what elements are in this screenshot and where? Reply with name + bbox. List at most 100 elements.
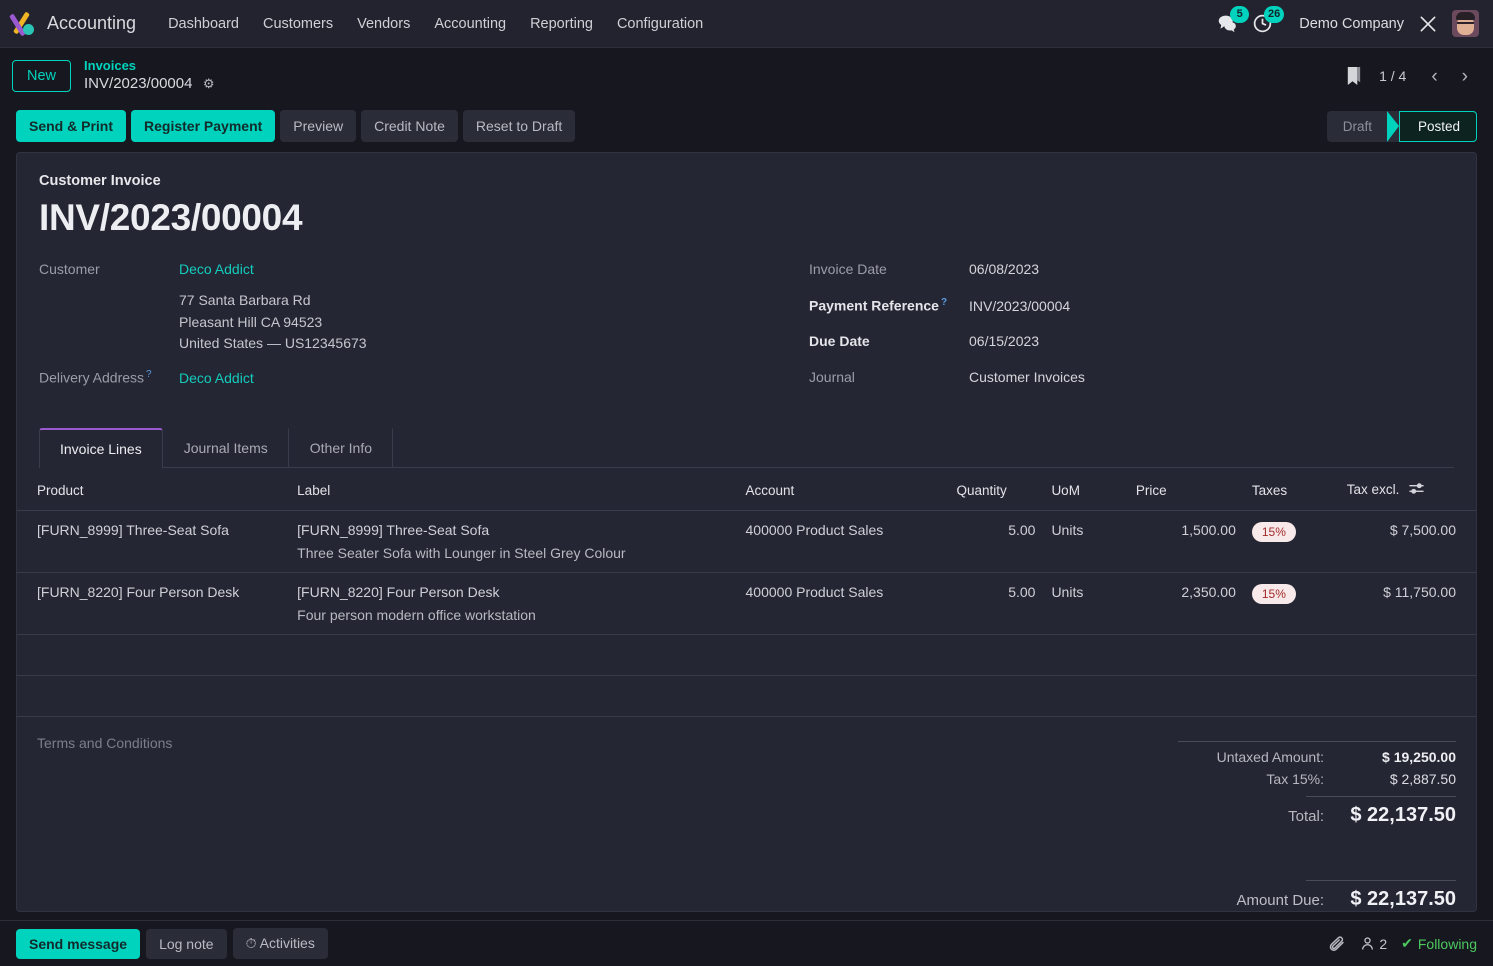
cell-label[interactable]: [FURN_8999] Three-Seat Sofa Three Seater… — [289, 510, 738, 574]
status-draft[interactable]: Draft — [1327, 111, 1388, 142]
due-date-value[interactable]: 06/15/2023 — [969, 333, 1039, 349]
invoice-lines-table: Product Label Account Quantity UoM Price… — [17, 470, 1476, 718]
cell-product[interactable]: [FURN_8220] Four Person Desk — [17, 572, 290, 636]
table-row[interactable]: [FURN_8999] Three-Seat Sofa [FURN_8999] … — [17, 510, 1476, 574]
notebook-tabs: Invoice Lines Journal Items Other Info — [39, 427, 1454, 468]
app-name[interactable]: Accounting — [47, 13, 136, 34]
tax-badge[interactable]: 15% — [1251, 584, 1296, 605]
cell-tax-excl: $ 11,750.00 — [1338, 572, 1476, 636]
header-price[interactable]: Price — [1127, 470, 1244, 512]
cell-account[interactable]: 400000 Product Sales — [737, 510, 949, 574]
status-arrow-separator — [1386, 110, 1399, 142]
cell-tax-excl: $ 7,500.00 — [1338, 510, 1476, 574]
tax-label: Tax 15%: — [1266, 771, 1324, 788]
status-bar: Draft Posted — [1326, 110, 1477, 142]
cell-product[interactable]: [FURN_8999] Three-Seat Sofa — [17, 510, 290, 574]
help-icon[interactable]: ? — [941, 297, 947, 308]
wrench-icon[interactable] — [1418, 14, 1438, 34]
preview-button[interactable]: Preview — [280, 110, 357, 142]
odoo-logo-icon[interactable] — [9, 10, 38, 37]
tab-journal-items[interactable]: Journal Items — [163, 428, 289, 468]
register-payment-button[interactable]: Register Payment — [131, 110, 276, 142]
attachment-icon[interactable] — [1328, 935, 1346, 953]
nav-item-vendors[interactable]: Vendors — [347, 10, 420, 38]
tax-badge[interactable]: 15% — [1251, 522, 1296, 543]
journal-value[interactable]: Customer Invoices — [969, 369, 1085, 385]
messages-badge: 5 — [1230, 6, 1250, 23]
user-avatar[interactable] — [1452, 10, 1479, 37]
followers-count[interactable]: 2 — [1360, 936, 1387, 952]
header-taxes[interactable]: Taxes — [1243, 470, 1339, 512]
invoice-date-value[interactable]: 06/08/2023 — [969, 261, 1039, 277]
optional-columns-icon[interactable] — [1409, 482, 1424, 498]
reset-to-draft-button[interactable]: Reset to Draft — [462, 110, 576, 142]
customer-label: Customer — [39, 261, 100, 277]
followers-count-text: 2 — [1379, 935, 1388, 952]
pager-next-button[interactable]: › — [1453, 65, 1477, 88]
header-product[interactable]: Product — [17, 470, 290, 512]
help-icon[interactable]: ? — [146, 369, 152, 380]
header-uom[interactable]: UoM — [1043, 470, 1128, 512]
address-line-2: Pleasant Hill CA 94523 — [179, 313, 323, 330]
header-tax-excl[interactable]: Tax excl. — [1338, 470, 1476, 512]
cell-price[interactable]: 1,500.00 — [1127, 510, 1244, 574]
cell-uom[interactable]: Units — [1043, 572, 1128, 636]
activities-icon[interactable]: 26 — [1252, 6, 1285, 34]
header-label[interactable]: Label — [289, 470, 738, 512]
pager-counter[interactable]: 1 / 4 — [1369, 68, 1416, 84]
payment-reference-value[interactable]: INV/2023/00004 — [969, 298, 1070, 314]
nav-item-configuration[interactable]: Configuration — [607, 10, 713, 38]
new-button[interactable]: New — [12, 60, 72, 92]
log-note-button[interactable]: Log note — [146, 928, 227, 959]
tax-value: $ 2,887.50 — [1389, 771, 1456, 788]
table-header-row: Product Label Account Quantity UoM Price… — [17, 470, 1476, 512]
total-label: Total: — [1288, 808, 1324, 826]
following-toggle[interactable]: ✔ Following — [1401, 935, 1477, 952]
activities-button[interactable]: ⏱ Activities — [232, 928, 328, 959]
cell-label[interactable]: [FURN_8220] Four Person Desk Four person… — [289, 572, 738, 636]
company-switcher[interactable]: Demo Company — [1299, 16, 1404, 32]
status-posted[interactable]: Posted — [1398, 110, 1477, 142]
table-row[interactable]: [FURN_8220] Four Person Desk [FURN_8220]… — [17, 572, 1476, 636]
bookmark-icon[interactable] — [1344, 66, 1363, 87]
cell-quantity[interactable]: 5.00 — [948, 510, 1044, 574]
empty-line-row[interactable] — [17, 675, 1476, 718]
breadcrumb-current-record: INV/2023/00004 — [84, 75, 193, 93]
header-account[interactable]: Account — [737, 470, 949, 512]
pager-previous-button[interactable]: ‹ — [1422, 65, 1446, 88]
document-type-label: Customer Invoice — [39, 173, 161, 189]
empty-line-row[interactable] — [17, 634, 1476, 677]
send-message-button[interactable]: Send message — [16, 928, 141, 959]
clock-icon: ⏱ — [245, 935, 257, 951]
cell-taxes[interactable]: 15% — [1243, 510, 1339, 574]
totals-block: Untaxed Amount: $ 19,250.00 Tax 15%: $ 2… — [1178, 735, 1456, 911]
nav-item-dashboard[interactable]: Dashboard — [158, 10, 249, 38]
customer-value[interactable]: Deco Addict — [179, 261, 254, 277]
nav-item-accounting[interactable]: Accounting — [424, 10, 516, 38]
delivery-address-label: Delivery Address? — [39, 369, 179, 386]
nav-item-customers[interactable]: Customers — [253, 10, 343, 38]
cell-price[interactable]: 2,350.00 — [1127, 572, 1244, 636]
invoice-footer-area: Terms and Conditions Untaxed Amount: $ 1… — [17, 717, 1476, 911]
terms-and-conditions-field[interactable]: Terms and Conditions — [37, 735, 1178, 911]
tax-row: Tax 15%: $ 2,887.50 — [1178, 768, 1456, 790]
totals-divider-mid — [1306, 796, 1456, 798]
tab-invoice-lines[interactable]: Invoice Lines — [39, 428, 163, 468]
delivery-address-value[interactable]: Deco Addict — [179, 370, 254, 386]
payment-reference-label: Payment Reference? — [809, 297, 969, 314]
tab-other-info[interactable]: Other Info — [289, 428, 394, 468]
cell-account[interactable]: 400000 Product Sales — [737, 572, 949, 636]
messages-icon[interactable]: 5 — [1217, 6, 1250, 34]
header-quantity[interactable]: Quantity — [948, 470, 1044, 512]
invoice-field-group: Invoice Date 06/08/2023 Payment Referenc… — [799, 261, 1454, 405]
send-and-print-button[interactable]: Send & Print — [16, 110, 127, 142]
cell-uom[interactable]: Units — [1043, 510, 1128, 574]
breadcrumb-invoices[interactable]: Invoices — [84, 58, 215, 74]
credit-note-button[interactable]: Credit Note — [361, 110, 458, 142]
cell-taxes[interactable]: 15% — [1243, 572, 1339, 636]
nav-item-reporting[interactable]: Reporting — [520, 10, 603, 38]
gear-icon[interactable]: ⚙ — [203, 76, 215, 91]
terms-placeholder[interactable]: Terms and Conditions — [37, 735, 172, 751]
cell-quantity[interactable]: 5.00 — [948, 572, 1044, 636]
address-line-3: United States — US12345673 — [179, 335, 367, 352]
